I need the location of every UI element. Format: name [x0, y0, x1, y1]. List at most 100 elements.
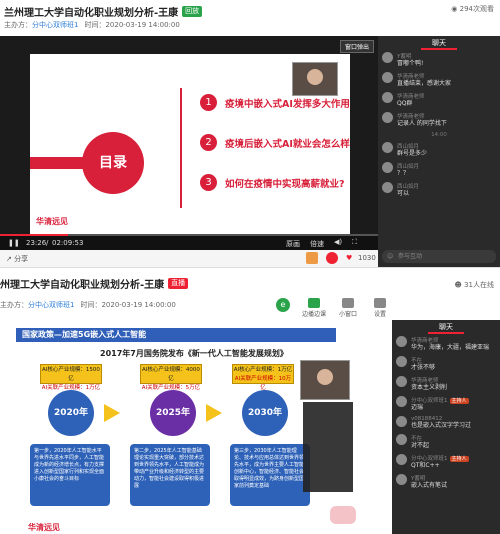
chat-input-placeholder: 参与互动: [398, 253, 423, 260]
progress-fill: [0, 234, 69, 236]
chat-username: 不在: [411, 436, 423, 442]
host-link[interactable]: 分中心双师班1: [32, 21, 78, 29]
toolbar-mini-window[interactable]: 小窗口: [336, 298, 360, 318]
chat-message: Y蓄明 冒嘟个鸭!: [378, 50, 500, 70]
share-button[interactable]: ↗ 分享: [6, 254, 28, 264]
chat-text: 可以: [397, 190, 410, 197]
chat-username: 西山如月: [397, 144, 420, 150]
chat-message: 不在 才张不够: [392, 354, 500, 374]
fullscreen-icon[interactable]: ⛶: [352, 238, 357, 247]
toolbar-live-class[interactable]: 边播边课: [302, 298, 326, 318]
toolbar-label: 设置: [373, 311, 386, 318]
toc-item-number: 1: [200, 94, 217, 111]
scale-box: AI核心产业规模：1500亿 AI关联产业规模：1万亿: [40, 364, 102, 391]
chat-text: 资本主义剥削: [411, 384, 448, 391]
host-link[interactable]: 分中心双师班1: [28, 301, 74, 309]
smile-icon[interactable]: ☺: [387, 250, 393, 263]
host-badge: 主持人: [449, 456, 469, 462]
window-icon: [342, 298, 354, 308]
like-icon[interactable]: ♥: [346, 254, 352, 262]
chat-message: 西山如月 可以: [378, 180, 500, 200]
video-player[interactable]: 国家政策—加速5G嵌入式人工智能 2017年7月国务院发布《新一代人工智能发展规…: [0, 320, 392, 534]
avatar: [382, 72, 393, 83]
scale-line: AI核心产业规模：1500亿: [42, 367, 100, 382]
host-label: 主办方：: [4, 21, 32, 29]
presenter-face: [317, 369, 333, 385]
meta-row: 主办方：分中心双师班1 时间：2020-03-19 14:00:00: [4, 20, 180, 30]
chat-messages[interactable]: 华清商老师 华为，海康，大疆，福建亚瑞 不在 才张不够 华清商老师 资本主义剥削 分中心双师…: [392, 334, 500, 492]
avatar: [382, 92, 393, 103]
avatar: [396, 454, 407, 465]
chat-message: Y蓄明 嵌入式有笔试: [392, 472, 500, 492]
toc-item-number: 3: [200, 174, 217, 191]
chat-text: QT和C++: [411, 462, 440, 469]
presenter-camera: [292, 62, 338, 96]
step-box: 第一步，2020年人工智能水平与世界先进水平同步，人工智能成为新的经济增长点，有…: [30, 444, 110, 506]
app-logo-icon[interactable]: e: [276, 298, 290, 312]
chat-username: 分中心双师班1 主持人: [411, 456, 469, 462]
avatar: [396, 376, 407, 387]
toolbar-settings[interactable]: 设置: [368, 298, 392, 318]
slide-banner: 国家政策—加速5G嵌入式人工智能: [16, 328, 336, 342]
chat-text: 嵌入式有笔试: [411, 482, 448, 489]
toc-item: 1 疫境中嵌入式AI发挥多大作用?: [200, 94, 350, 111]
gift-icon[interactable]: [306, 252, 318, 264]
avatar: [396, 416, 407, 427]
chat-username: 华清商老师: [411, 378, 439, 384]
step-box: 第二步，2025年人工智能基础理论实现重大突破，部分技术达到世界领先水平，人工智…: [130, 444, 210, 506]
chat-time-divider: 14:00: [431, 132, 447, 138]
chat-messages[interactable]: Y蓄明 冒嘟个鸭! 华清商老师 直播结束，感谢大家 华清商老师 QQ群 华清商老师 记录人 的…: [378, 50, 500, 200]
year-circle: 2030年: [242, 390, 288, 436]
chat-tab[interactable]: 聊天: [428, 320, 464, 334]
scale-line: AI核心产业规模：1万亿: [233, 367, 293, 373]
chat-text: 华为，海康，大疆，福建亚瑞: [411, 344, 490, 351]
video-player[interactable]: 窗口弹出 目录 1 疫境中嵌入式AI发挥多大作用? 2 疫境后嵌入式AI就业会怎…: [0, 36, 378, 250]
chat-panel: 聊天 华清商老师 华为，海康，大疆，福建亚瑞 不在 才张不够 华清商老师 资本主义剥削 分中…: [392, 320, 500, 534]
pause-icon[interactable]: ❚❚: [8, 239, 20, 247]
chat-username: 西山如月: [397, 184, 420, 190]
share-label: 分享: [14, 255, 29, 263]
slide-policy: 国家政策—加速5G嵌入式人工智能 2017年7月国务院发布《新一代人工智能发展规…: [0, 320, 392, 534]
chat-username: 分中心双师班1 主持人: [411, 398, 469, 404]
live-badge: 直播: [168, 278, 189, 289]
chat-text: 记录人 的同学找下: [397, 120, 447, 127]
toc-title: 目录: [82, 132, 144, 194]
volume-icon[interactable]: ◀): [334, 238, 342, 246]
host-badge: 主持人: [449, 398, 469, 404]
popout-window-button[interactable]: 窗口弹出: [339, 40, 374, 53]
year-circle: 2020年: [48, 390, 94, 436]
avatar: [382, 162, 393, 173]
step-box: 第三步，2030年人工智能理论、技术与应用总体达到世界领先水平，成为世界主要人工…: [230, 444, 310, 506]
toc-item-text: 如何在疫情中实现高薪就业?: [225, 178, 345, 190]
avatar: [382, 52, 393, 63]
view-count: ◉ 294次观看: [451, 4, 494, 14]
scale-line: AI核心产业规模：4000亿: [142, 367, 200, 382]
chat-message: 西山如月 群号是多少: [378, 140, 500, 160]
scale-box: AI核心产业规模：1万亿 AI关联产业规模：10万亿: [232, 364, 294, 391]
year-circle: 2025年: [150, 390, 196, 436]
class-icon: [308, 298, 320, 308]
chat-tab[interactable]: 聊天: [421, 36, 457, 50]
arrow-icon: [206, 404, 222, 422]
chat-text: 也是嵌入式汉字学习过: [411, 422, 472, 429]
online-count: ☻ 31人在线: [455, 280, 494, 290]
chat-username: 不在: [411, 358, 423, 364]
redpacket-icon[interactable]: [326, 252, 338, 264]
player-controls: ❚❚ 23:26 / 02:09:53 原画 倍速 ◀) ⛶: [0, 234, 378, 250]
progress-track[interactable]: [0, 234, 378, 236]
chat-message: 华清商老师 QQ群: [378, 90, 500, 110]
speed-button[interactable]: 倍速: [310, 239, 324, 249]
replay-screen: 兰州理工大学自动化职业规划分析-王康 回放 主办方：分中心双师班1 时间：202…: [0, 0, 500, 267]
gear-icon: [374, 298, 386, 308]
chat-text: 直播结束，感谢大家: [397, 80, 452, 87]
quality-button[interactable]: 原画: [286, 239, 300, 249]
status-badge: 回放: [182, 6, 203, 17]
avatar: [382, 182, 393, 193]
toc-item: 3 如何在疫情中实现高薪就业?: [200, 174, 345, 191]
presenter-camera: [300, 360, 350, 400]
user-icon: ☻: [454, 281, 465, 289]
chat-username: Y蓄明: [397, 54, 412, 60]
overlay-chat-window[interactable]: [303, 402, 353, 492]
chat-input[interactable]: ☺ 参与互动: [382, 250, 496, 263]
view-count-text: 294次观看: [459, 5, 494, 13]
